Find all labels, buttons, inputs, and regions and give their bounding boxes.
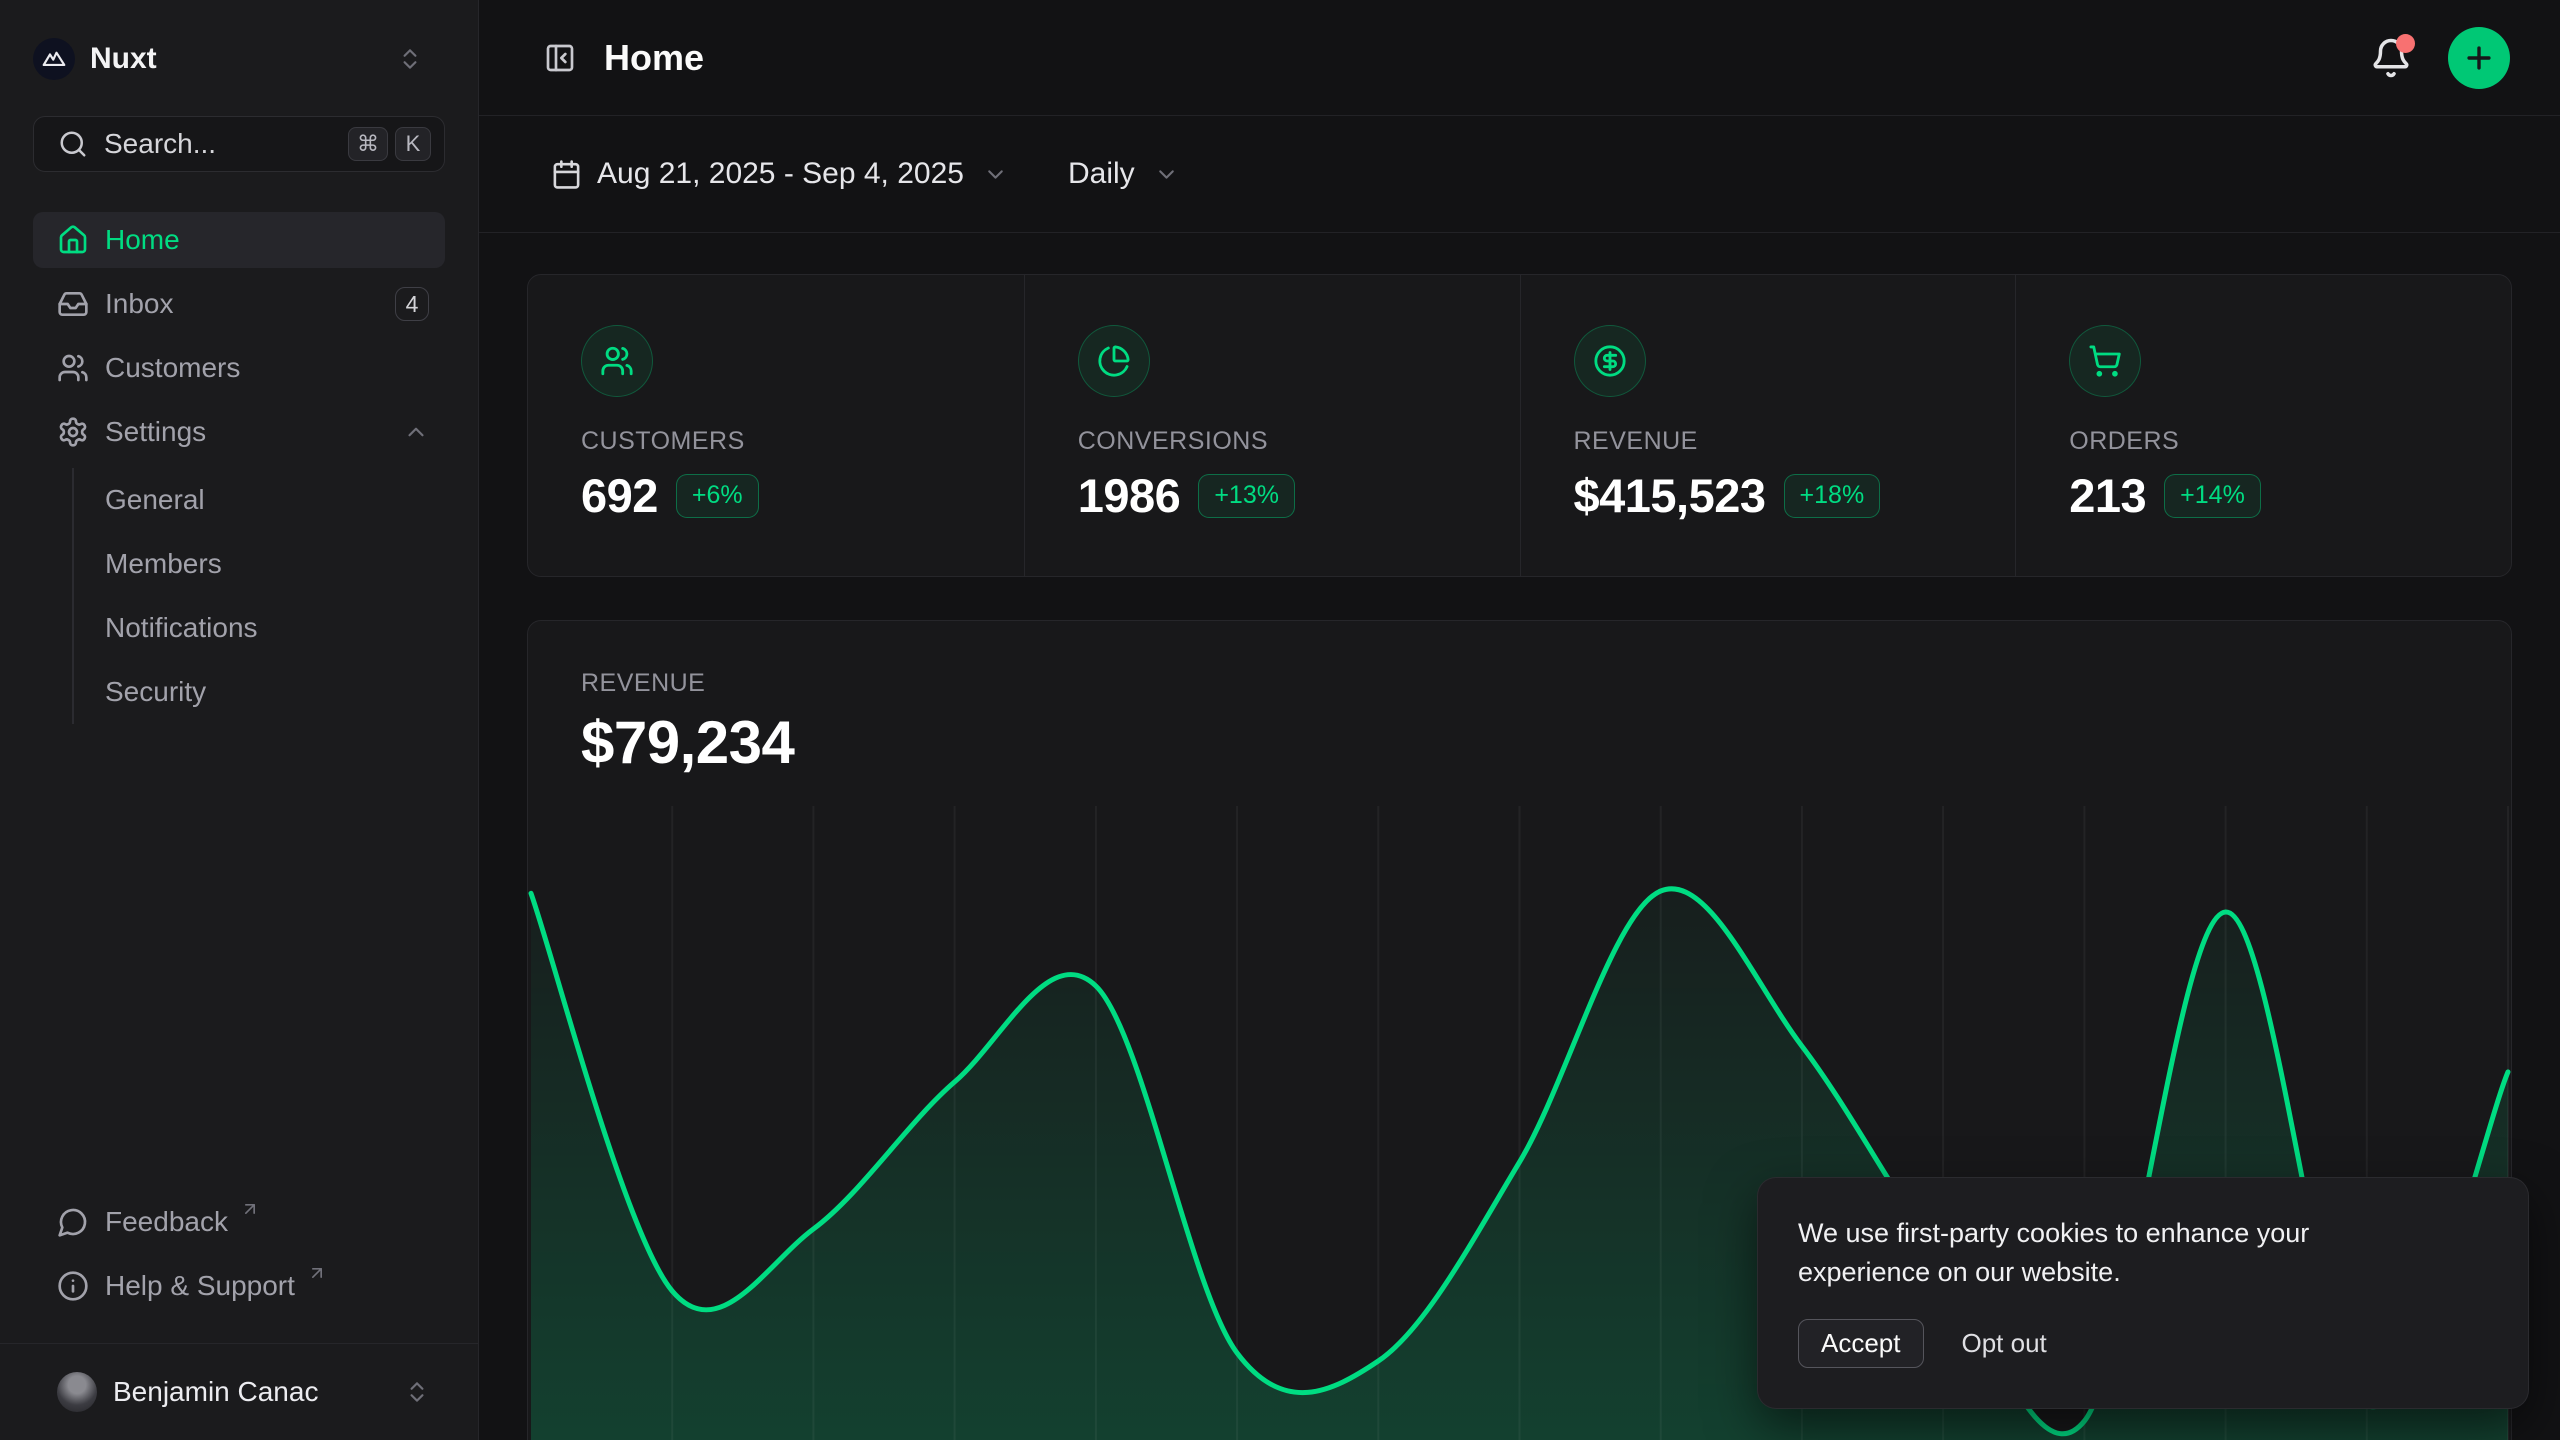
chevron-down-icon (983, 162, 1008, 187)
sidebar-item-members[interactable]: Members (105, 532, 445, 596)
collapse-sidebar-button[interactable] (544, 42, 576, 74)
kbd-cmd: ⌘ (348, 127, 388, 161)
date-range-picker[interactable]: Aug 21, 2025 - Sep 4, 2025 (527, 142, 1032, 206)
stat-label: ORDERS (2069, 427, 2511, 456)
sidebar-nav: Home Inbox 4 Customers Settings General … (0, 212, 478, 1194)
granularity-select[interactable]: Daily (1068, 142, 1203, 206)
search-icon (58, 129, 88, 159)
sidebar-item-general[interactable]: General (105, 468, 445, 532)
help-support-link[interactable]: Help & Support (33, 1258, 445, 1314)
users-icon (581, 325, 653, 397)
cookie-banner: We use first-party cookies to enhance yo… (1758, 1178, 2528, 1408)
stat-label: REVENUE (1574, 427, 2016, 456)
sidebar-item-security[interactable]: Security (105, 660, 445, 724)
revenue-chart-label: REVENUE (581, 669, 2511, 698)
stat-value: 213 (2069, 468, 2146, 523)
sidebar-item-label: Home (105, 224, 180, 256)
users-icon (57, 352, 89, 384)
info-icon (57, 1270, 89, 1302)
cookie-accept-button[interactable]: Accept (1798, 1319, 1924, 1368)
user-name: Benjamin Canac (113, 1376, 318, 1408)
chat-bubble-icon (57, 1206, 89, 1238)
page-title: Home (604, 37, 704, 79)
add-button[interactable] (2448, 27, 2510, 89)
sidebar-footer: Feedback Help & Support (33, 1194, 445, 1343)
sidebar-item-settings[interactable]: Settings (33, 404, 445, 460)
chevrons-up-down-icon (404, 1379, 430, 1405)
stat-delta-badge: +13% (1198, 474, 1295, 518)
cookie-optout-button[interactable]: Opt out (1962, 1328, 2047, 1359)
revenue-chart-total: $79,234 (581, 708, 2511, 777)
date-range-value: Aug 21, 2025 - Sep 4, 2025 (597, 157, 964, 191)
chevrons-up-down-icon (397, 46, 423, 72)
cookie-message: We use first-party cookies to enhance yo… (1798, 1214, 2443, 1292)
notification-dot (2396, 34, 2415, 53)
kbd-k: K (395, 127, 431, 161)
team-switcher[interactable]: Nuxt (33, 28, 445, 90)
stat-value: 692 (581, 468, 658, 523)
home-icon (57, 224, 89, 256)
plus-icon (2462, 41, 2496, 75)
inbox-count-badge: 4 (395, 287, 429, 321)
cart-icon (2069, 325, 2141, 397)
nuxt-logo-icon (33, 38, 75, 80)
stat-orders[interactable]: ORDERS 213 +14% (2015, 275, 2511, 576)
panel-left-close-icon (544, 42, 576, 74)
stat-delta-badge: +14% (2164, 474, 2261, 518)
sidebar-item-label: Customers (105, 352, 240, 384)
gear-icon (57, 416, 89, 448)
sidebar-item-inbox[interactable]: Inbox 4 (33, 276, 445, 332)
pie-chart-icon (1078, 325, 1150, 397)
search-placeholder: Search... (104, 128, 216, 160)
external-link-icon (240, 1199, 260, 1219)
stats-row: CUSTOMERS 692 +6% CONVERSIONS 1986 +13% (527, 274, 2512, 577)
external-link-icon (307, 1263, 327, 1283)
granularity-value: Daily (1068, 157, 1135, 191)
filters-toolbar: Aug 21, 2025 - Sep 4, 2025 Daily (479, 116, 2560, 233)
search-input[interactable]: Search... ⌘ K (33, 116, 445, 172)
chevron-down-icon (1154, 162, 1179, 187)
inbox-icon (57, 288, 89, 320)
stat-label: CUSTOMERS (581, 427, 1024, 456)
stat-delta-badge: +6% (676, 474, 759, 518)
avatar (57, 1372, 97, 1412)
notifications-button[interactable] (2370, 37, 2412, 79)
stat-value: 1986 (1078, 468, 1181, 523)
settings-submenu: General Members Notifications Security (72, 468, 445, 724)
stat-conversions[interactable]: CONVERSIONS 1986 +13% (1024, 275, 1520, 576)
stat-label: CONVERSIONS (1078, 427, 1520, 456)
page-header: Home (479, 0, 2560, 116)
sidebar-item-label: Inbox (105, 288, 174, 320)
brand-name: Nuxt (90, 42, 157, 76)
chevron-up-icon (403, 419, 429, 445)
stat-delta-badge: +18% (1784, 474, 1881, 518)
stat-revenue[interactable]: REVENUE $415,523 +18% (1520, 275, 2016, 576)
stat-customers[interactable]: CUSTOMERS 692 +6% (528, 275, 1024, 576)
user-menu[interactable]: Benjamin Canac (0, 1343, 478, 1440)
sidebar-item-notifications[interactable]: Notifications (105, 596, 445, 660)
sidebar: Nuxt Search... ⌘ K Home Inbox 4 Customer… (0, 0, 479, 1440)
sidebar-item-home[interactable]: Home (33, 212, 445, 268)
feedback-link[interactable]: Feedback (33, 1194, 445, 1250)
sidebar-item-customers[interactable]: Customers (33, 340, 445, 396)
sidebar-item-label: Settings (105, 416, 206, 448)
calendar-icon (551, 159, 582, 190)
stat-value: $415,523 (1574, 468, 1766, 523)
dollar-circle-icon (1574, 325, 1646, 397)
